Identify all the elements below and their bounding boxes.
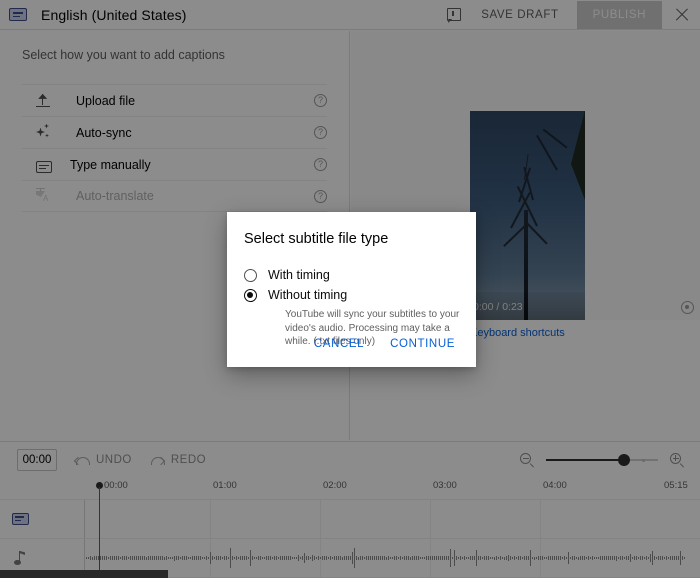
radio-label: Without timing [268, 288, 348, 302]
radio-label: With timing [268, 268, 330, 282]
radio-option-without-timing[interactable]: Without timing [244, 285, 476, 305]
subtitle-file-type-dialog: Select subtitle file type With timing Wi… [227, 212, 476, 367]
dialog-title: Select subtitle file type [244, 231, 389, 247]
radio-icon[interactable] [244, 268, 257, 282]
radio-option-with-timing[interactable]: With timing [244, 265, 476, 285]
continue-button[interactable]: CONTINUE [381, 331, 464, 357]
radio-icon-selected[interactable] [244, 288, 257, 302]
captions-editor-page: English (United States) SAVE DRAFT PUBLI… [0, 0, 700, 578]
dialog-actions: CANCEL CONTINUE [305, 331, 464, 357]
cancel-button[interactable]: CANCEL [305, 331, 373, 357]
